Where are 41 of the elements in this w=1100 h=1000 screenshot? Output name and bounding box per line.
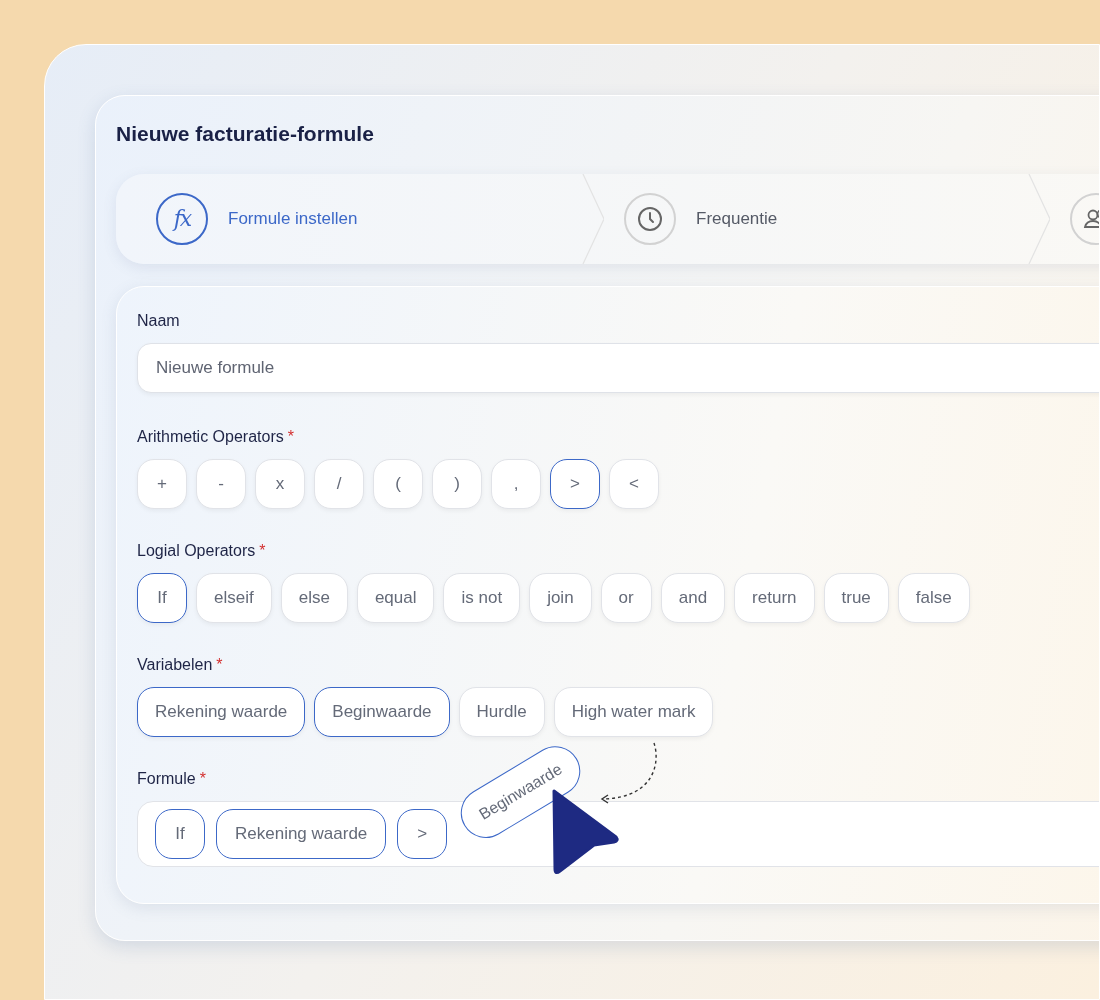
label-text: Formule bbox=[137, 769, 196, 787]
chip-button[interactable]: High water mark bbox=[553, 686, 714, 737]
chip-button[interactable]: else bbox=[280, 572, 348, 623]
step-label[interactable]: Frequentie bbox=[696, 205, 778, 232]
chip-button[interactable]: join bbox=[529, 572, 592, 623]
dialog-title: Nieuwe facturatie-formule bbox=[116, 121, 375, 147]
formula-token[interactable]: If bbox=[155, 808, 205, 859]
formula-token[interactable]: > bbox=[397, 808, 448, 859]
chip-button[interactable]: return bbox=[734, 572, 815, 623]
formula-icon: fx bbox=[156, 192, 208, 245]
chip-button[interactable]: equal bbox=[356, 572, 435, 623]
chip-button[interactable]: true bbox=[823, 572, 889, 623]
name-input-field[interactable]: Nieuwe formule bbox=[137, 342, 1099, 393]
chip-button[interactable]: , bbox=[491, 458, 541, 509]
formula-token[interactable]: Rekening waarde bbox=[216, 808, 387, 859]
chip-button[interactable]: If bbox=[137, 572, 187, 623]
chip-button[interactable]: or bbox=[600, 572, 652, 623]
chip-button[interactable]: false bbox=[897, 572, 970, 623]
chip-button[interactable]: x bbox=[255, 458, 305, 509]
chip-button[interactable]: Hurdle bbox=[458, 686, 545, 737]
required-mark: * bbox=[199, 769, 206, 787]
chip-button[interactable]: - bbox=[196, 458, 246, 509]
chip-button[interactable]: ) bbox=[432, 458, 482, 509]
chip-button[interactable]: elseif bbox=[196, 572, 272, 623]
required-mark: * bbox=[216, 655, 223, 673]
chip-button[interactable]: / bbox=[314, 458, 364, 509]
label-text: Naam bbox=[137, 311, 180, 329]
chip-button[interactable]: < bbox=[609, 458, 659, 509]
chip-button[interactable]: Rekening waarde bbox=[137, 686, 306, 737]
chip-button[interactable]: + bbox=[137, 458, 187, 509]
required-mark: * bbox=[287, 427, 294, 445]
required-mark: * bbox=[259, 541, 266, 559]
chip-button[interactable]: > bbox=[550, 458, 600, 509]
chip-button[interactable]: is not bbox=[443, 572, 521, 623]
label-text: Logial Operators bbox=[137, 541, 256, 559]
chip-button[interactable]: ( bbox=[373, 458, 423, 509]
step-label[interactable]: Formule instellen bbox=[228, 205, 358, 232]
chip-button[interactable]: and bbox=[660, 572, 726, 623]
label-text: Arithmetic Operators bbox=[137, 427, 284, 445]
label-text: Variabelen bbox=[137, 655, 213, 673]
chip-button[interactable]: Beginwaarde bbox=[314, 686, 450, 737]
